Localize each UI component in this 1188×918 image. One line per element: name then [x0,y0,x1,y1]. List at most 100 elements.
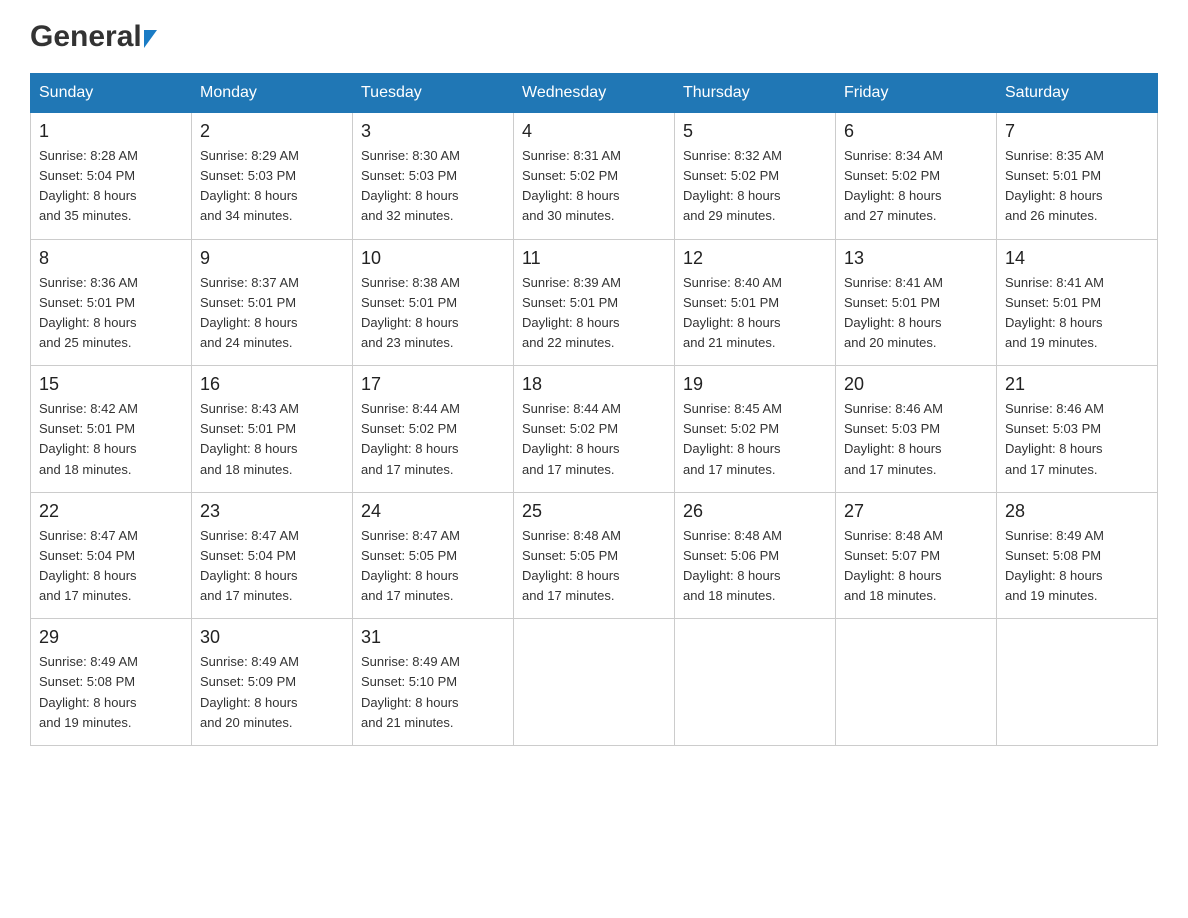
day-cell: 29 Sunrise: 8:49 AMSunset: 5:08 PMDayligh… [31,619,192,746]
day-number: 11 [522,248,666,269]
day-number: 8 [39,248,183,269]
day-info: Sunrise: 8:32 AMSunset: 5:02 PMDaylight:… [683,146,827,227]
day-info: Sunrise: 8:31 AMSunset: 5:02 PMDaylight:… [522,146,666,227]
day-number: 1 [39,121,183,142]
day-info: Sunrise: 8:49 AMSunset: 5:08 PMDaylight:… [1005,526,1149,607]
day-cell: 10 Sunrise: 8:38 AMSunset: 5:01 PMDayligh… [353,239,514,366]
day-number: 3 [361,121,505,142]
day-number: 5 [683,121,827,142]
day-info: Sunrise: 8:30 AMSunset: 5:03 PMDaylight:… [361,146,505,227]
day-cell: 25 Sunrise: 8:48 AMSunset: 5:05 PMDayligh… [514,492,675,619]
day-cell: 28 Sunrise: 8:49 AMSunset: 5:08 PMDayligh… [997,492,1158,619]
day-cell: 14Sunrise: 8:41 AMSunset: 5:01 PMDayligh… [997,239,1158,366]
day-cell: 5 Sunrise: 8:32 AMSunset: 5:02 PMDaylight… [675,113,836,240]
day-number: 21 [1005,374,1149,395]
day-info: Sunrise: 8:39 AMSunset: 5:01 PMDaylight:… [522,273,666,354]
day-number: 10 [361,248,505,269]
day-info: Sunrise: 8:49 AMSunset: 5:08 PMDaylight:… [39,652,183,733]
week-row-4: 22 Sunrise: 8:47 AMSunset: 5:04 PMDayligh… [31,492,1158,619]
day-info: Sunrise: 8:46 AMSunset: 5:03 PMDaylight:… [1005,399,1149,480]
weekday-header-tuesday: Tuesday [353,74,514,113]
weekday-header-friday: Friday [836,74,997,113]
day-cell: 1 Sunrise: 8:28 AMSunset: 5:04 PMDaylight… [31,113,192,240]
day-cell [836,619,997,746]
day-cell: 6Sunrise: 8:34 AMSunset: 5:02 PMDaylight… [836,113,997,240]
day-number: 25 [522,501,666,522]
day-cell: 16 Sunrise: 8:43 AMSunset: 5:01 PMDayligh… [192,366,353,493]
logo: General [30,20,157,53]
week-row-2: 8 Sunrise: 8:36 AMSunset: 5:01 PMDaylight… [31,239,1158,366]
day-cell: 30 Sunrise: 8:49 AMSunset: 5:09 PMDayligh… [192,619,353,746]
day-number: 9 [200,248,344,269]
day-info: Sunrise: 8:43 AMSunset: 5:01 PMDaylight:… [200,399,344,480]
day-cell: 22 Sunrise: 8:47 AMSunset: 5:04 PMDayligh… [31,492,192,619]
day-info: Sunrise: 8:47 AMSunset: 5:04 PMDaylight:… [39,526,183,607]
day-number: 2 [200,121,344,142]
week-row-3: 15 Sunrise: 8:42 AMSunset: 5:01 PMDayligh… [31,366,1158,493]
day-info: Sunrise: 8:46 AMSunset: 5:03 PMDaylight:… [844,399,988,480]
day-cell: 2Sunrise: 8:29 AMSunset: 5:03 PMDaylight… [192,113,353,240]
day-info: Sunrise: 8:44 AMSunset: 5:02 PMDaylight:… [522,399,666,480]
day-number: 18 [522,374,666,395]
weekday-header-wednesday: Wednesday [514,74,675,113]
day-info: Sunrise: 8:45 AMSunset: 5:02 PMDaylight:… [683,399,827,480]
day-cell [514,619,675,746]
day-number: 22 [39,501,183,522]
day-cell: 23Sunrise: 8:47 AMSunset: 5:04 PMDayligh… [192,492,353,619]
day-info: Sunrise: 8:40 AMSunset: 5:01 PMDaylight:… [683,273,827,354]
day-number: 16 [200,374,344,395]
day-info: Sunrise: 8:35 AMSunset: 5:01 PMDaylight:… [1005,146,1149,227]
day-cell: 12 Sunrise: 8:40 AMSunset: 5:01 PMDayligh… [675,239,836,366]
day-cell: 11 Sunrise: 8:39 AMSunset: 5:01 PMDayligh… [514,239,675,366]
day-cell [997,619,1158,746]
weekday-header-sunday: Sunday [31,74,192,113]
day-number: 13 [844,248,988,269]
day-cell: 26 Sunrise: 8:48 AMSunset: 5:06 PMDayligh… [675,492,836,619]
day-number: 17 [361,374,505,395]
weekday-header-row: SundayMondayTuesdayWednesdayThursdayFrid… [31,74,1158,113]
day-cell: 8 Sunrise: 8:36 AMSunset: 5:01 PMDaylight… [31,239,192,366]
day-cell: 31 Sunrise: 8:49 AMSunset: 5:10 PMDayligh… [353,619,514,746]
day-cell: 21 Sunrise: 8:46 AMSunset: 5:03 PMDayligh… [997,366,1158,493]
day-info: Sunrise: 8:44 AMSunset: 5:02 PMDaylight:… [361,399,505,480]
day-cell: 24Sunrise: 8:47 AMSunset: 5:05 PMDayligh… [353,492,514,619]
day-info: Sunrise: 8:28 AMSunset: 5:04 PMDaylight:… [39,146,183,227]
logo-triangle-icon [144,30,157,48]
day-info: Sunrise: 8:42 AMSunset: 5:01 PMDaylight:… [39,399,183,480]
weekday-header-thursday: Thursday [675,74,836,113]
day-info: Sunrise: 8:49 AMSunset: 5:09 PMDaylight:… [200,652,344,733]
day-cell [675,619,836,746]
day-info: Sunrise: 8:38 AMSunset: 5:01 PMDaylight:… [361,273,505,354]
day-number: 19 [683,374,827,395]
day-cell: 17 Sunrise: 8:44 AMSunset: 5:02 PMDayligh… [353,366,514,493]
day-info: Sunrise: 8:49 AMSunset: 5:10 PMDaylight:… [361,652,505,733]
day-cell: 19 Sunrise: 8:45 AMSunset: 5:02 PMDayligh… [675,366,836,493]
day-number: 30 [200,627,344,648]
day-number: 14 [1005,248,1149,269]
day-info: Sunrise: 8:47 AMSunset: 5:05 PMDaylight:… [361,526,505,607]
day-info: Sunrise: 8:48 AMSunset: 5:05 PMDaylight:… [522,526,666,607]
day-info: Sunrise: 8:41 AMSunset: 5:01 PMDaylight:… [844,273,988,354]
day-cell: 7Sunrise: 8:35 AMSunset: 5:01 PMDaylight… [997,113,1158,240]
day-number: 31 [361,627,505,648]
day-number: 28 [1005,501,1149,522]
day-number: 15 [39,374,183,395]
day-cell: 4Sunrise: 8:31 AMSunset: 5:02 PMDaylight… [514,113,675,240]
day-number: 23 [200,501,344,522]
day-number: 26 [683,501,827,522]
day-info: Sunrise: 8:48 AMSunset: 5:07 PMDaylight:… [844,526,988,607]
day-cell: 9Sunrise: 8:37 AMSunset: 5:01 PMDaylight… [192,239,353,366]
day-info: Sunrise: 8:48 AMSunset: 5:06 PMDaylight:… [683,526,827,607]
day-number: 12 [683,248,827,269]
weekday-header-monday: Monday [192,74,353,113]
day-number: 29 [39,627,183,648]
logo-general: General [30,20,142,53]
calendar-table: SundayMondayTuesdayWednesdayThursdayFrid… [30,73,1158,746]
day-cell: 15 Sunrise: 8:42 AMSunset: 5:01 PMDayligh… [31,366,192,493]
day-info: Sunrise: 8:36 AMSunset: 5:01 PMDaylight:… [39,273,183,354]
day-number: 27 [844,501,988,522]
day-cell: 20Sunrise: 8:46 AMSunset: 5:03 PMDayligh… [836,366,997,493]
weekday-header-saturday: Saturday [997,74,1158,113]
week-row-1: 1 Sunrise: 8:28 AMSunset: 5:04 PMDaylight… [31,113,1158,240]
day-number: 6 [844,121,988,142]
